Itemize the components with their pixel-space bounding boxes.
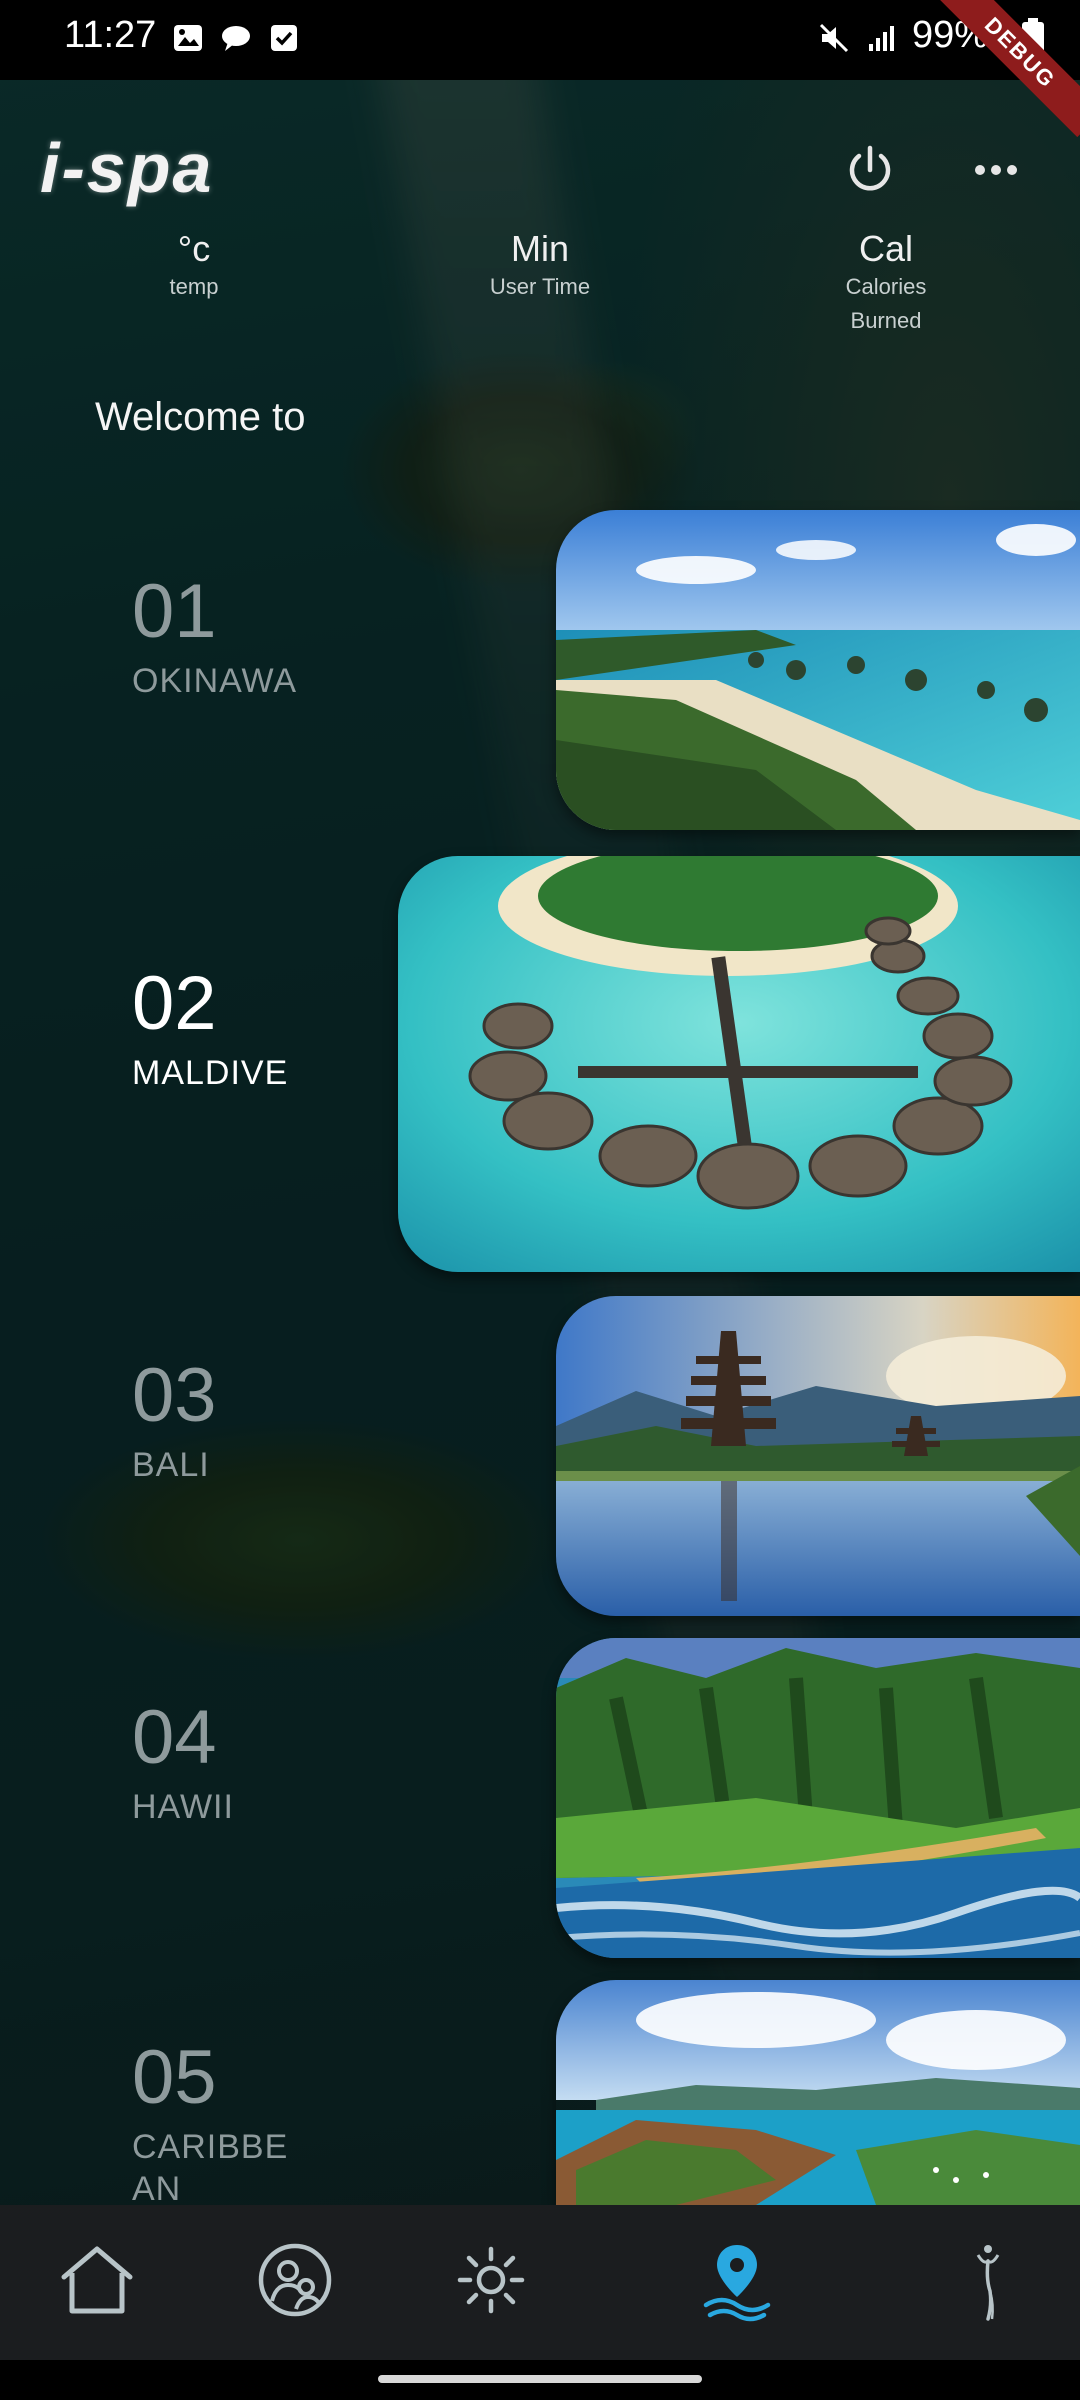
stat-user-time-value: Min xyxy=(510,228,569,269)
users-icon[interactable] xyxy=(250,2235,340,2325)
hawii-photo[interactable] xyxy=(556,1638,1080,1958)
okinawa-photo[interactable] xyxy=(556,510,1080,830)
light-icon[interactable] xyxy=(446,2235,536,2325)
stat-user-time-label: User Time xyxy=(489,274,591,299)
mute-icon xyxy=(819,23,849,53)
gallery-icon xyxy=(174,25,202,51)
more-horizontal-icon[interactable] xyxy=(966,140,1026,200)
bottom-navigation xyxy=(0,2205,1080,2360)
stat-calories-label: Calories Burned xyxy=(845,274,927,333)
caribbean-photo[interactable] xyxy=(556,1980,1080,2205)
stat-calories-value: Cal xyxy=(858,228,914,269)
bali-photo[interactable] xyxy=(556,1296,1080,1616)
destination-number: 05 xyxy=(132,2035,217,2120)
destination-name: CARIBBEAN xyxy=(132,2128,289,2208)
stat-user-time: Min User Time xyxy=(420,228,660,304)
figure-icon[interactable] xyxy=(944,2235,1034,2325)
gesture-handle[interactable] xyxy=(378,2375,702,2383)
destination-number: 04 xyxy=(132,1695,217,1780)
chat-icon xyxy=(222,26,250,51)
maldive-photo[interactable] xyxy=(398,856,1080,1272)
destination-name: BALI xyxy=(132,1446,210,1484)
stat-temp-label: temp xyxy=(169,274,219,299)
destination-name: MALDIVE xyxy=(132,1054,289,1092)
stat-temp-value: °c xyxy=(177,228,211,269)
signal-icon xyxy=(869,26,894,51)
destination-name: HAWII xyxy=(132,1788,234,1826)
check-box-icon xyxy=(271,25,297,51)
stat-calories: Cal Calories Burned xyxy=(766,228,1006,338)
destination-number: 01 xyxy=(132,569,217,654)
location-icon[interactable] xyxy=(692,2235,782,2325)
app-logo: i-spa xyxy=(40,129,214,207)
stat-temp: °c temp xyxy=(74,228,314,304)
power-icon[interactable] xyxy=(840,140,900,200)
status-time: 11:27 xyxy=(64,14,157,56)
destination-number: 03 xyxy=(132,1353,217,1438)
status-bar: 11:27 99% DEBUG xyxy=(0,0,1080,138)
home-icon[interactable] xyxy=(52,2235,142,2325)
destination-name: OKINAWA xyxy=(132,662,298,700)
destination-number: 02 xyxy=(132,961,217,1046)
welcome-text: Welcome to xyxy=(95,395,306,439)
